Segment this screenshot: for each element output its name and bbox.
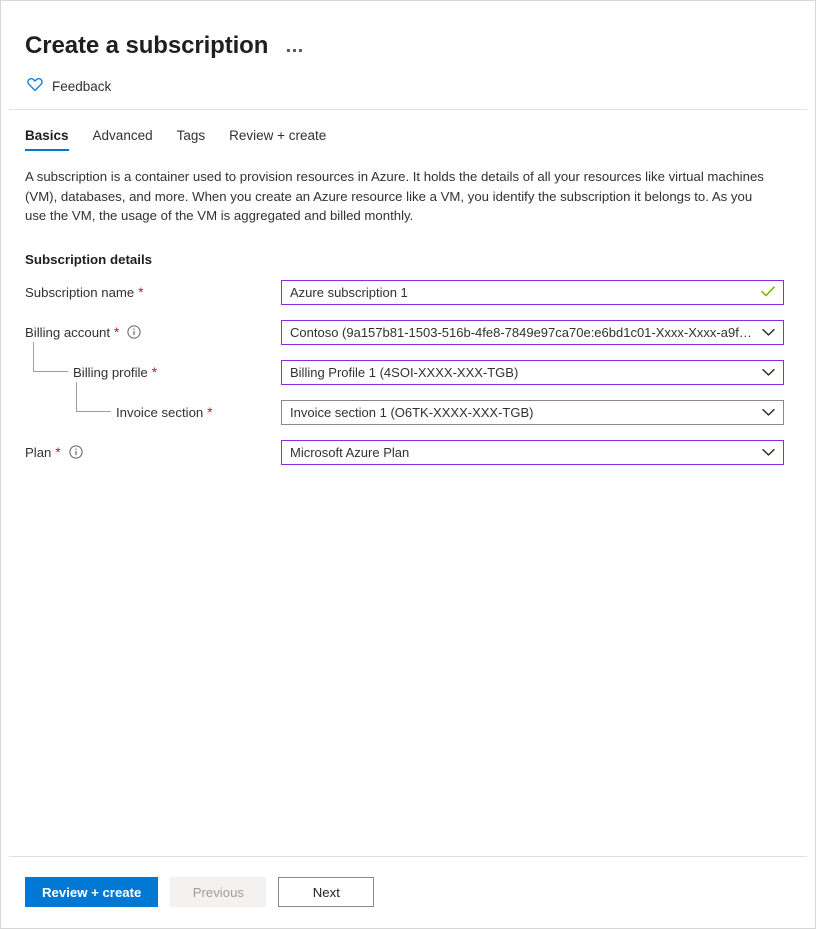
billing-account-label: Billing account * bbox=[25, 321, 281, 344]
invoice-section-value: Invoice section 1 (O6TK-XXXX-XXX-TGB) bbox=[290, 401, 756, 424]
tree-connector-icon bbox=[76, 382, 111, 412]
field-billing-profile: Billing profile * Billing Profile 1 (4SO… bbox=[25, 361, 791, 384]
field-plan: Plan * Microsoft Azure Plan bbox=[25, 441, 791, 464]
page-title: Create a subscription bbox=[25, 31, 268, 61]
invoice-section-control: Invoice section 1 (O6TK-XXXX-XXX-TGB) bbox=[281, 400, 784, 425]
label-text: Invoice section bbox=[116, 405, 203, 420]
subscription-name-input[interactable]: Azure subscription 1 bbox=[281, 280, 784, 305]
label-text: Plan bbox=[25, 445, 51, 460]
subscription-name-control: Azure subscription 1 bbox=[281, 280, 784, 305]
billing-account-dropdown[interactable]: Contoso (9a157b81-1503-516b-4fe8-7849e97… bbox=[281, 320, 784, 345]
plan-control: Microsoft Azure Plan bbox=[281, 440, 784, 465]
more-actions-button[interactable] bbox=[284, 45, 305, 56]
plan-label: Plan * bbox=[25, 441, 281, 464]
chevron-down-icon bbox=[762, 365, 775, 380]
feedback-label: Feedback bbox=[52, 79, 111, 94]
label-text: Subscription name bbox=[25, 285, 134, 300]
plan-value: Microsoft Azure Plan bbox=[290, 441, 756, 464]
next-button[interactable]: Next bbox=[278, 877, 374, 907]
previous-button[interactable]: Previous bbox=[170, 877, 266, 907]
review-create-button[interactable]: Review + create bbox=[25, 877, 158, 907]
tab-basics[interactable]: Basics bbox=[25, 122, 81, 153]
label-text: Billing account bbox=[25, 325, 110, 340]
required-asterisk: * bbox=[152, 365, 157, 380]
ellipsis-dot-icon bbox=[287, 49, 290, 52]
subscription-name-value: Azure subscription 1 bbox=[290, 281, 755, 304]
field-invoice-section: Invoice section * Invoice section 1 (O6T… bbox=[25, 401, 791, 424]
checkmark-icon bbox=[761, 285, 775, 300]
tab-tags[interactable]: Tags bbox=[165, 122, 218, 153]
required-asterisk: * bbox=[207, 405, 212, 420]
billing-account-control: Contoso (9a157b81-1503-516b-4fe8-7849e97… bbox=[281, 320, 784, 345]
tab-advanced[interactable]: Advanced bbox=[81, 122, 165, 153]
plan-dropdown[interactable]: Microsoft Azure Plan bbox=[281, 440, 784, 465]
blade-content: A subscription is a container used to pr… bbox=[1, 153, 815, 464]
heart-icon bbox=[27, 77, 43, 95]
blade-footer: Review + create Previous Next bbox=[9, 856, 807, 928]
tab-list: Basics Advanced Tags Review + create bbox=[1, 110, 815, 153]
info-icon[interactable] bbox=[69, 445, 83, 459]
info-icon[interactable] bbox=[127, 325, 141, 339]
chevron-down-icon bbox=[762, 325, 775, 340]
description-text: A subscription is a container used to pr… bbox=[25, 167, 770, 226]
section-title-subscription-details: Subscription details bbox=[25, 252, 791, 267]
ellipsis-dot-icon bbox=[293, 49, 296, 52]
subscription-name-label: Subscription name * bbox=[25, 281, 281, 304]
subscription-details-form: Subscription name * Azure subscription 1 bbox=[25, 281, 791, 464]
field-billing-account: Billing account * Contoso (9a bbox=[25, 321, 791, 344]
billing-profile-value: Billing Profile 1 (4SOI-XXXX-XXX-TGB) bbox=[290, 361, 756, 384]
billing-account-value: Contoso (9a157b81-1503-516b-4fe8-7849e97… bbox=[290, 321, 756, 344]
command-bar: Feedback bbox=[1, 61, 815, 109]
required-asterisk: * bbox=[55, 445, 60, 460]
field-subscription-name: Subscription name * Azure subscription 1 bbox=[25, 281, 791, 304]
chevron-down-icon bbox=[762, 405, 775, 420]
feedback-button[interactable]: Feedback bbox=[25, 75, 113, 97]
billing-profile-label: Billing profile * bbox=[25, 361, 281, 384]
tab-review-create[interactable]: Review + create bbox=[217, 122, 338, 153]
invoice-section-label: Invoice section * bbox=[25, 401, 281, 424]
tree-connector-icon bbox=[33, 342, 68, 372]
ellipsis-dot-icon bbox=[299, 49, 302, 52]
chevron-down-icon bbox=[762, 445, 775, 460]
invoice-section-dropdown[interactable]: Invoice section 1 (O6TK-XXXX-XXX-TGB) bbox=[281, 400, 784, 425]
blade-header: Create a subscription bbox=[1, 1, 815, 61]
required-asterisk: * bbox=[138, 285, 143, 300]
required-asterisk: * bbox=[114, 325, 119, 340]
label-text: Billing profile bbox=[73, 365, 148, 380]
create-subscription-blade: Create a subscription Feedback Basics Ad… bbox=[0, 0, 816, 929]
billing-profile-dropdown[interactable]: Billing Profile 1 (4SOI-XXXX-XXX-TGB) bbox=[281, 360, 784, 385]
billing-profile-control: Billing Profile 1 (4SOI-XXXX-XXX-TGB) bbox=[281, 360, 784, 385]
